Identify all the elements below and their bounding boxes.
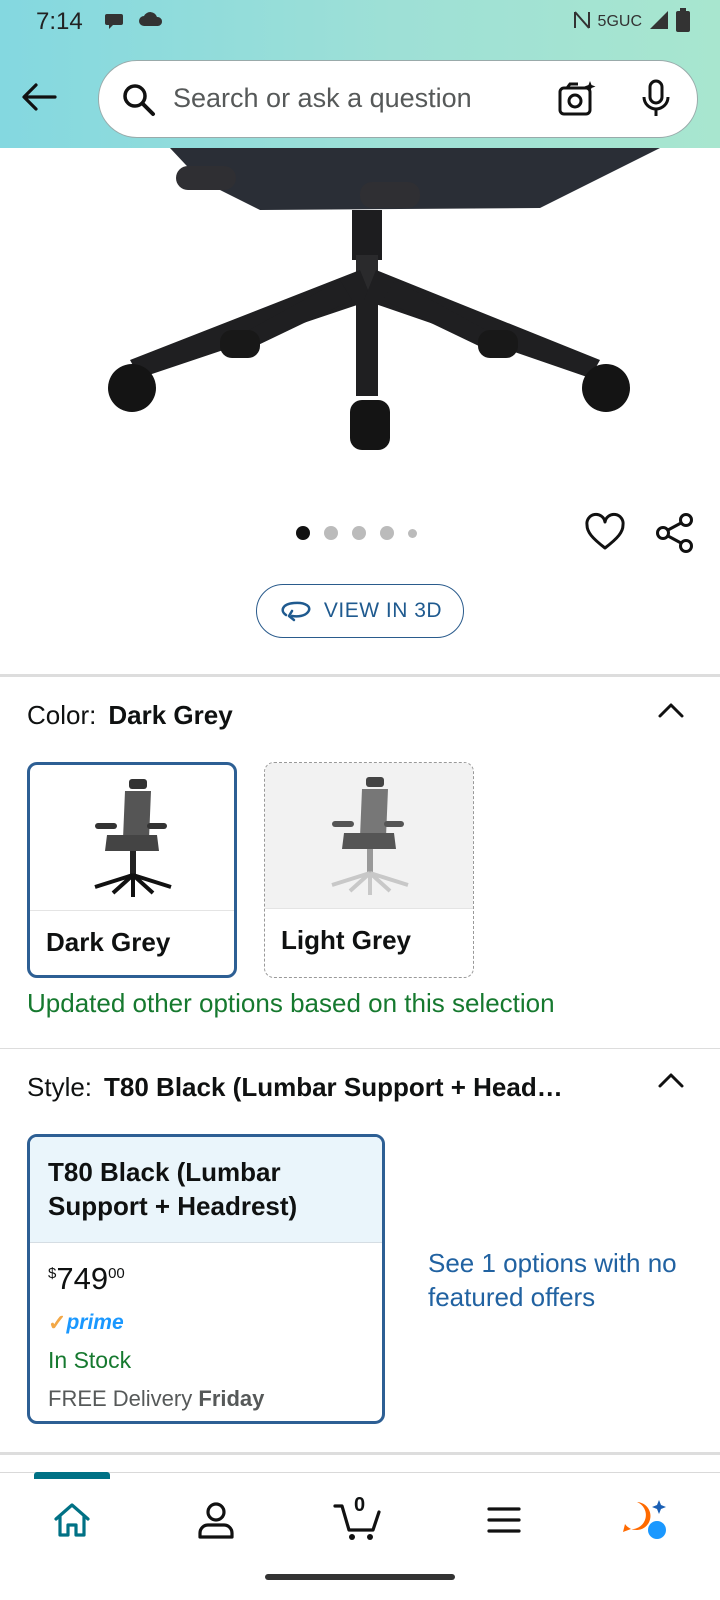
active-tab-indicator [34, 1472, 110, 1479]
nav-account[interactable] [186, 1490, 246, 1550]
home-icon [54, 1503, 90, 1537]
cart-count: 0 [354, 1494, 366, 1516]
status-left-icons [104, 10, 164, 36]
share-icon [656, 513, 693, 553]
section-divider [0, 1452, 720, 1455]
prime-badge: ✓ prime [48, 1309, 364, 1337]
view-in-3d-button[interactable]: VIEW IN 3D [256, 584, 464, 638]
carousel-dot[interactable] [408, 528, 417, 538]
prime-label: prime [66, 1311, 124, 1334]
search-icon [121, 82, 157, 122]
price-whole: 749 [56, 1261, 109, 1296]
section-divider [0, 1048, 720, 1049]
gesture-home-bar[interactable] [265, 1574, 455, 1580]
share-button[interactable] [654, 512, 696, 554]
price: $ 749 00 [48, 1261, 364, 1301]
back-button[interactable] [18, 76, 60, 118]
style-option-title: T80 Black (Lumbar Support + Headrest) [30, 1137, 382, 1243]
delivery-day: Friday [198, 1386, 265, 1411]
see-more-options-link[interactable]: See 1 options with no featured offers [428, 1246, 688, 1314]
light-grey-chair-thumbnail [265, 763, 473, 909]
menu-icon [487, 1507, 521, 1533]
account-icon [198, 1502, 234, 1539]
wishlist-button[interactable] [584, 512, 626, 554]
rufus-assistant-icon [623, 1500, 666, 1539]
battery-icon [676, 8, 690, 36]
style-option-details: $ 749 00 ✓ prime In Stock FREE Delivery … [30, 1243, 382, 1412]
delivery-info: FREE Delivery Friday [48, 1386, 364, 1412]
camera-search-icon[interactable] [557, 79, 597, 123]
carousel-dot[interactable] [296, 526, 310, 540]
carousel-dot[interactable] [380, 526, 394, 540]
signal-icon [648, 9, 670, 35]
header: 7:14 5GUC Search or ask a question [0, 0, 720, 148]
style-section-header: Style: T80 Black (Lumbar Support + Head… [27, 1072, 627, 1103]
price-fraction: 00 [108, 1265, 125, 1282]
product-image[interactable] [0, 148, 720, 508]
delivery-prefix: FREE Delivery [48, 1386, 193, 1411]
back-arrow-icon [22, 83, 57, 111]
status-bar: 7:14 5GUC [0, 0, 720, 44]
style-option-card[interactable]: T80 Black (Lumbar Support + Headrest) $ … [27, 1134, 385, 1424]
carousel-dot[interactable] [352, 526, 366, 540]
style-label: Style: [27, 1072, 93, 1102]
nav-cart[interactable]: 0 [328, 1490, 388, 1550]
carousel-dot[interactable] [324, 526, 338, 540]
microphone-icon[interactable] [641, 79, 671, 123]
collapse-color-chevron-up-icon[interactable] [656, 700, 686, 720]
color-option-label: Light Grey [281, 925, 412, 955]
updated-options-note: Updated other options based on this sele… [27, 988, 555, 1018]
nav-home[interactable] [42, 1490, 102, 1550]
chat-notification-icon [104, 10, 126, 36]
network-type: 5GUC [597, 13, 642, 30]
color-option-label: Dark Grey [46, 927, 171, 957]
search-input[interactable]: Search or ask a question [98, 60, 698, 138]
dark-grey-chair-thumbnail [30, 765, 234, 911]
search-placeholder: Search or ask a question [173, 83, 472, 113]
prime-check-icon: ✓ [48, 1310, 67, 1335]
stock-status: In Stock [48, 1347, 132, 1373]
cloud-icon [138, 10, 164, 36]
view-in-3d-label: VIEW IN 3D [323, 599, 443, 622]
style-selected-value: T80 Black (Lumbar Support + Head… [104, 1072, 563, 1102]
color-option-light-grey[interactable]: Light Grey [264, 762, 474, 978]
color-label: Color: [27, 700, 97, 730]
rotate-3d-icon [281, 601, 311, 622]
heart-icon [585, 512, 625, 550]
status-right: 5GUC [572, 8, 690, 36]
section-divider [0, 674, 720, 677]
nfc-icon [572, 9, 592, 35]
status-time: 7:14 [36, 8, 83, 35]
collapse-style-chevron-up-icon[interactable] [656, 1070, 686, 1090]
nav-rufus[interactable] [616, 1490, 676, 1550]
color-section-header: Color: Dark Grey [27, 700, 233, 731]
office-chair-base-image [108, 148, 660, 450]
color-selected-value: Dark Grey [108, 700, 233, 730]
price-symbol: $ [48, 1265, 57, 1282]
image-carousel-dots[interactable] [296, 526, 417, 540]
nav-menu[interactable] [474, 1490, 534, 1550]
color-option-dark-grey[interactable]: Dark Grey [27, 762, 237, 978]
